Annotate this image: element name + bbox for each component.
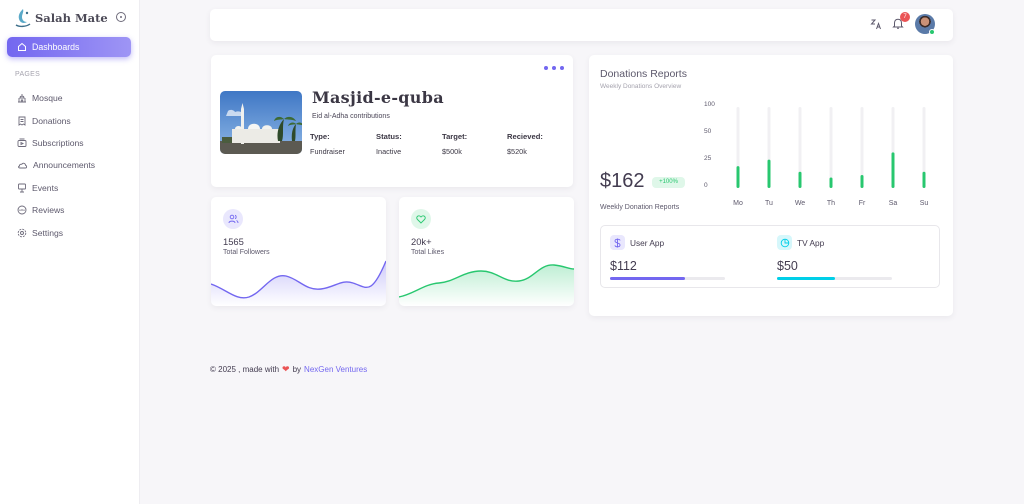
campaign-subtitle: Eid al-Adha contributions bbox=[312, 113, 390, 120]
online-status-dot bbox=[929, 29, 935, 35]
sidebar: Salah Mate Dashboards PAGES Mosque Donat… bbox=[0, 0, 140, 504]
subscriptions-icon bbox=[17, 138, 27, 147]
brand-logo bbox=[15, 9, 31, 28]
heart-icon: ❤ bbox=[282, 364, 290, 374]
x-tick-label: We bbox=[795, 200, 805, 207]
y-tick-label: 0 bbox=[704, 182, 708, 189]
likes-count: 20k+ bbox=[411, 236, 432, 247]
bar-fr[interactable] bbox=[860, 175, 864, 188]
receipt-icon bbox=[18, 116, 26, 126]
circle-dot-icon[interactable] bbox=[116, 12, 126, 22]
sidebar-item-label: Settings bbox=[32, 227, 64, 238]
meta-label: Recieved: bbox=[507, 132, 543, 141]
app-value: $112 bbox=[610, 259, 637, 273]
app-progress-track bbox=[610, 277, 725, 280]
bar-mo[interactable] bbox=[736, 166, 740, 188]
bar-track bbox=[829, 107, 833, 188]
app-progress-fill bbox=[610, 277, 685, 280]
home-icon bbox=[18, 42, 26, 51]
mosque-icon bbox=[18, 94, 26, 103]
dots-horizontal-icon[interactable] bbox=[544, 66, 564, 70]
notification-badge: 7 bbox=[900, 12, 910, 22]
rating-icon bbox=[17, 205, 27, 215]
app-name: TV App bbox=[797, 238, 825, 248]
x-tick-label: Su bbox=[920, 200, 929, 207]
meta-value: Inactive bbox=[376, 147, 402, 156]
users-icon bbox=[223, 209, 243, 229]
footer: © 2025 , made with ❤ by NexGen Ventures bbox=[210, 364, 367, 375]
sidebar-item-label: Mosque bbox=[32, 93, 63, 104]
mosque-image bbox=[220, 91, 302, 154]
heart-icon bbox=[411, 209, 431, 229]
likes-label: Total Likes bbox=[411, 249, 445, 256]
brand-name: Salah Mate bbox=[35, 11, 108, 25]
sidebar-item-label: Reviews bbox=[32, 205, 65, 216]
x-tick-label: Th bbox=[827, 200, 835, 207]
sidebar-item-label: Announcements bbox=[33, 160, 96, 171]
tv-app-stat: TV App $50 bbox=[768, 226, 892, 289]
meta-status: Status: Inactive bbox=[376, 132, 402, 156]
sidebar-item-label: Dashboards bbox=[32, 42, 80, 52]
bar-tu[interactable] bbox=[767, 159, 771, 188]
top-navbar: 7 bbox=[210, 9, 953, 41]
app-value: $50 bbox=[777, 259, 798, 273]
sidebar-item-label: Donations bbox=[32, 115, 71, 126]
user-app-stat: User App $112 bbox=[601, 226, 725, 289]
likes-sparkline bbox=[399, 264, 574, 306]
nav-list: Mosque Donations Subscriptions Announcem… bbox=[17, 87, 95, 244]
sidebar-item-reviews[interactable]: Reviews bbox=[17, 199, 95, 221]
gear-icon bbox=[17, 228, 27, 237]
meta-label: Target: bbox=[442, 132, 468, 141]
sidebar-item-mosque[interactable]: Mosque bbox=[17, 87, 95, 109]
x-tick-label: Sa bbox=[889, 200, 898, 207]
dollar-icon bbox=[610, 235, 625, 250]
followers-count: 1565 bbox=[223, 236, 244, 247]
nav-section-header: PAGES bbox=[15, 71, 41, 78]
meta-type: Type: Fundraiser bbox=[310, 132, 345, 156]
campaign-title: Masjid-e-quba bbox=[312, 88, 444, 107]
x-tick-label: Mo bbox=[733, 200, 743, 207]
meta-value: Fundraiser bbox=[310, 147, 345, 156]
x-tick-label: Tu bbox=[765, 200, 773, 207]
translate-icon[interactable] bbox=[870, 18, 882, 30]
app-breakdown: User App $112 TV App $50 bbox=[600, 225, 940, 288]
sidebar-item-dashboards[interactable]: Dashboards bbox=[7, 37, 131, 57]
cloud-icon bbox=[18, 163, 28, 169]
likes-card: 20k+ Total Likes bbox=[399, 197, 574, 306]
sidebar-item-subscriptions[interactable]: Subscriptions bbox=[17, 132, 95, 154]
sidebar-item-settings[interactable]: Settings bbox=[17, 221, 95, 243]
followers-sparkline bbox=[211, 260, 386, 306]
bar-sa[interactable] bbox=[891, 152, 895, 188]
sidebar-item-label: Events bbox=[32, 182, 59, 193]
x-tick-label: Fr bbox=[859, 200, 866, 207]
meta-label: Status: bbox=[376, 132, 402, 141]
app-progress-track bbox=[777, 277, 892, 280]
sidebar-item-donations[interactable]: Donations bbox=[17, 109, 95, 131]
meta-target: Target: $500k bbox=[442, 132, 467, 156]
company-link[interactable]: NexGen Ventures bbox=[304, 365, 367, 374]
followers-label: Total Followers bbox=[223, 249, 270, 256]
footer-text: © 2025 , made with bbox=[210, 365, 280, 374]
meta-received: Recieved: $520k bbox=[507, 132, 543, 156]
presentation-icon bbox=[18, 183, 26, 193]
sidebar-item-label: Subscriptions bbox=[32, 137, 84, 148]
app-progress-fill bbox=[777, 277, 835, 280]
sidebar-item-events[interactable]: Events bbox=[17, 177, 95, 199]
y-tick-label: 50 bbox=[704, 128, 712, 135]
campaign-card: Masjid-e-quba Eid al-Adha contributions … bbox=[211, 55, 573, 187]
footer-by: by bbox=[292, 365, 302, 374]
meta-value: $520k bbox=[507, 147, 527, 156]
app-name: User App bbox=[630, 238, 665, 248]
bar-we[interactable] bbox=[798, 171, 802, 188]
pie-chart-icon bbox=[777, 235, 792, 250]
meta-value: $500k bbox=[442, 147, 462, 156]
sidebar-item-announcements[interactable]: Announcements bbox=[17, 154, 95, 176]
followers-card: 1565 Total Followers bbox=[211, 197, 386, 306]
y-tick-label: 25 bbox=[704, 155, 712, 162]
bar-su[interactable] bbox=[922, 171, 926, 188]
bar-th[interactable] bbox=[829, 177, 833, 188]
y-tick-label: 100 bbox=[704, 101, 715, 108]
meta-label: Type: bbox=[310, 132, 330, 141]
weekly-donations-chart: 100 50 25 0 Mo Tu We Th Fr Sa Su bbox=[704, 101, 929, 207]
